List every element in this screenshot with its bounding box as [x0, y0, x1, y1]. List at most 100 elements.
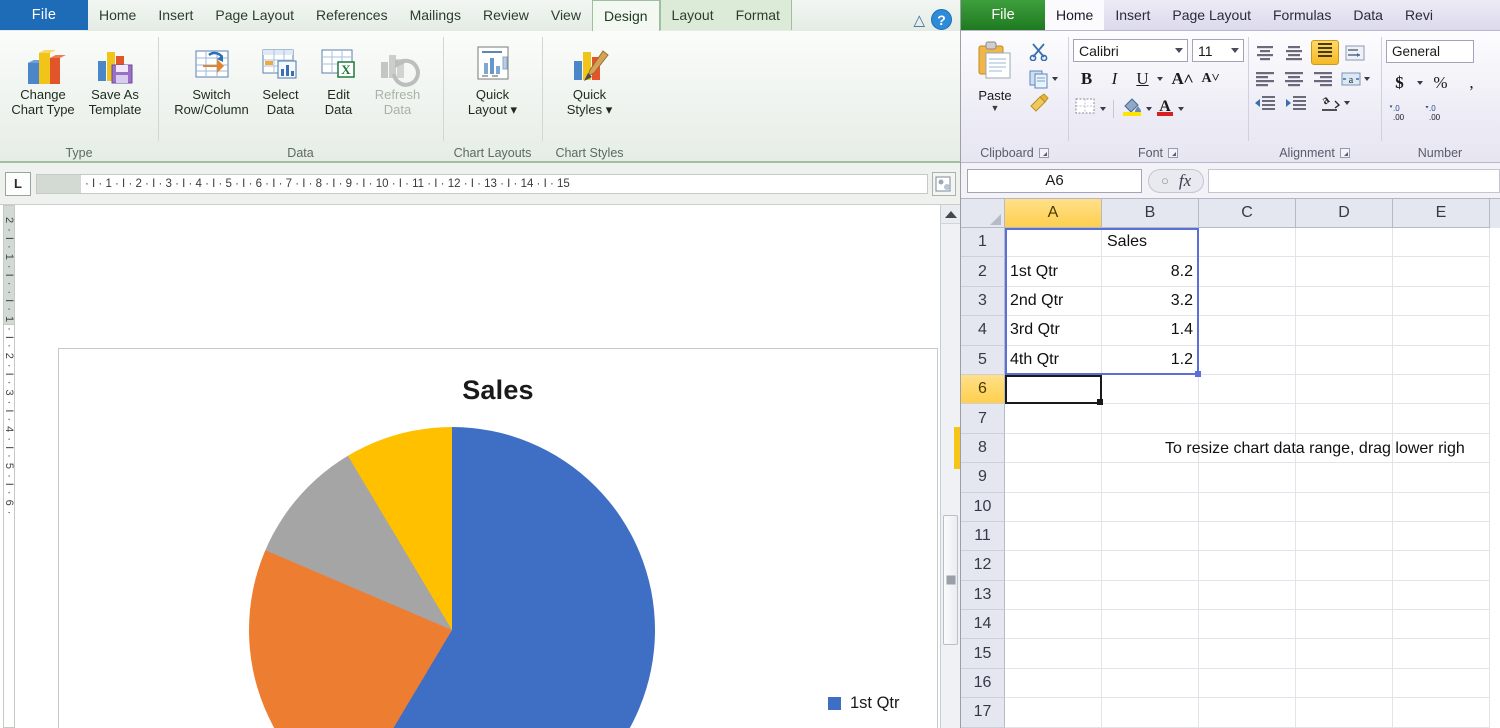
- vertical-ruler[interactable]: 2 · I · 1 · I · · I · 1 · I · 2 · I · 3 …: [0, 205, 18, 728]
- table-row[interactable]: 11: [961, 522, 1500, 551]
- cell-E14[interactable]: [1393, 610, 1490, 639]
- grow-font-button[interactable]: A˄: [1169, 66, 1196, 91]
- word-page[interactable]: Sales 1st Qtr 2nd Qtr: [18, 205, 960, 728]
- table-row[interactable]: 32nd Qtr3.2: [961, 287, 1500, 316]
- cell-B4[interactable]: 1.4: [1102, 316, 1199, 345]
- cell-E16[interactable]: [1393, 669, 1490, 698]
- word-tab-references[interactable]: References: [305, 0, 399, 30]
- tab-stop-selector[interactable]: L: [5, 172, 31, 196]
- cell-E3[interactable]: [1393, 287, 1490, 316]
- switch-row-column-button[interactable]: Switch Row/Column: [174, 37, 250, 117]
- scrollbar-thumb[interactable]: [943, 515, 958, 645]
- cell-D1[interactable]: [1296, 228, 1393, 257]
- cell-E10[interactable]: [1393, 493, 1490, 522]
- row-header-15[interactable]: 15: [961, 639, 1005, 668]
- excel-grid[interactable]: A B C D E 1Sales21st Qtr8.232nd Qtr3.243…: [961, 199, 1500, 728]
- cell-D9[interactable]: [1296, 463, 1393, 492]
- cell-D7[interactable]: [1296, 404, 1393, 433]
- shrink-font-button[interactable]: A˅: [1197, 66, 1224, 91]
- word-vertical-scrollbar[interactable]: [940, 205, 960, 728]
- cell-A13[interactable]: [1005, 581, 1102, 610]
- excel-tab-page-layout[interactable]: Page Layout: [1161, 0, 1262, 30]
- underline-button[interactable]: U: [1129, 66, 1156, 91]
- cell-B9[interactable]: [1102, 463, 1199, 492]
- cell-E15[interactable]: [1393, 639, 1490, 668]
- row-header-5[interactable]: 5: [961, 346, 1005, 375]
- wrap-text-icon[interactable]: [1344, 44, 1366, 62]
- cell-D16[interactable]: [1296, 669, 1393, 698]
- clipboard-dialog-launcher-icon[interactable]: [1039, 148, 1049, 158]
- pie-chart[interactable]: [249, 427, 655, 728]
- table-row[interactable]: 12: [961, 551, 1500, 580]
- cell-D4[interactable]: [1296, 316, 1393, 345]
- change-chart-type-button[interactable]: Change Chart Type: [8, 37, 78, 117]
- table-row[interactable]: 9: [961, 463, 1500, 492]
- legend-item-1st-qtr[interactable]: 1st Qtr: [828, 694, 905, 713]
- chart-legend[interactable]: 1st Qtr 2nd Qtr 3rd Qtr 4th Qtr: [828, 694, 905, 728]
- cell-E13[interactable]: [1393, 581, 1490, 610]
- table-row[interactable]: 17: [961, 698, 1500, 727]
- word-tab-mailings[interactable]: Mailings: [399, 0, 472, 30]
- cell-B11[interactable]: [1102, 522, 1199, 551]
- select-all-corner[interactable]: [961, 199, 1005, 228]
- alignment-dialog-launcher-icon[interactable]: [1340, 148, 1350, 158]
- row-header-3[interactable]: 3: [961, 287, 1005, 316]
- italic-button[interactable]: I: [1101, 66, 1128, 91]
- cell-C5[interactable]: [1199, 346, 1296, 375]
- formula-input[interactable]: [1208, 169, 1500, 193]
- cell-D3[interactable]: [1296, 287, 1393, 316]
- cell-A4[interactable]: 3rd Qtr: [1005, 316, 1102, 345]
- row-header-12[interactable]: 12: [961, 551, 1005, 580]
- cell-B6[interactable]: [1102, 375, 1199, 404]
- row-header-13[interactable]: 13: [961, 581, 1005, 610]
- row-header-4[interactable]: 4: [961, 316, 1005, 345]
- font-dialog-launcher-icon[interactable]: [1168, 148, 1178, 158]
- borders-icon[interactable]: [1073, 96, 1097, 121]
- cell-B2[interactable]: 8.2: [1102, 257, 1199, 286]
- format-painter-icon[interactable]: [1028, 92, 1058, 117]
- cell-D5[interactable]: [1296, 346, 1393, 375]
- row-header-16[interactable]: 16: [961, 669, 1005, 698]
- column-header-e[interactable]: E: [1393, 199, 1490, 228]
- cell-A7[interactable]: [1005, 404, 1102, 433]
- table-row[interactable]: 16: [961, 669, 1500, 698]
- cell-C13[interactable]: [1199, 581, 1296, 610]
- cell-B15[interactable]: [1102, 639, 1199, 668]
- cell-C16[interactable]: [1199, 669, 1296, 698]
- cell-A8[interactable]: [1005, 434, 1102, 463]
- row-header-7[interactable]: 7: [961, 404, 1005, 433]
- cut-scissors-icon[interactable]: [1028, 41, 1058, 66]
- word-tab-format[interactable]: Format: [725, 0, 791, 30]
- cell-D14[interactable]: [1296, 610, 1393, 639]
- cell-A11[interactable]: [1005, 522, 1102, 551]
- chart-object[interactable]: Sales 1st Qtr 2nd Qtr: [58, 348, 938, 728]
- cell-D13[interactable]: [1296, 581, 1393, 610]
- view-gridlines-icon[interactable]: [932, 172, 956, 196]
- cell-D6[interactable]: [1296, 375, 1393, 404]
- excel-tab-home[interactable]: Home: [1045, 0, 1104, 30]
- cell-C15[interactable]: [1199, 639, 1296, 668]
- cell-E12[interactable]: [1393, 551, 1490, 580]
- row-header-14[interactable]: 14: [961, 610, 1005, 639]
- table-row[interactable]: 13: [961, 581, 1500, 610]
- cell-B5[interactable]: 1.2: [1102, 346, 1199, 375]
- cell-C11[interactable]: [1199, 522, 1296, 551]
- row-header-17[interactable]: 17: [961, 698, 1005, 727]
- percent-icon[interactable]: %: [1427, 70, 1454, 95]
- align-bottom-icon[interactable]: [1311, 40, 1339, 65]
- decrease-decimal-icon[interactable]: .0 .00: [1425, 102, 1451, 127]
- select-data-button[interactable]: Select Data: [252, 37, 310, 117]
- cell-E5[interactable]: [1393, 346, 1490, 375]
- save-as-template-button[interactable]: Save As Template: [80, 37, 150, 117]
- cell-E1[interactable]: [1393, 228, 1490, 257]
- cell-B13[interactable]: [1102, 581, 1199, 610]
- cell-C3[interactable]: [1199, 287, 1296, 316]
- cell-E4[interactable]: [1393, 316, 1490, 345]
- cell-C14[interactable]: [1199, 610, 1296, 639]
- cell-A9[interactable]: [1005, 463, 1102, 492]
- increase-decimal-icon[interactable]: .0 .00: [1389, 102, 1415, 127]
- help-icon[interactable]: ?: [931, 9, 952, 30]
- excel-tab-review[interactable]: Revi: [1394, 0, 1444, 30]
- word-tab-view[interactable]: View: [540, 0, 592, 30]
- comma-icon[interactable]: ,: [1458, 70, 1485, 95]
